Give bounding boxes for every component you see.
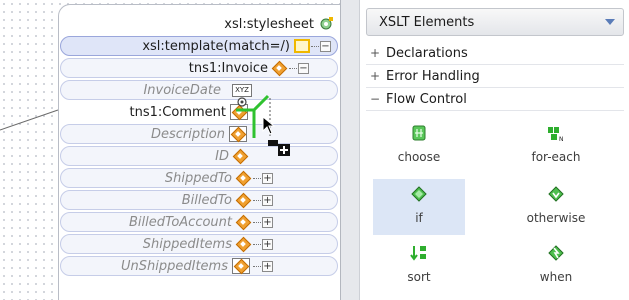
category-label: Declarations (386, 45, 468, 61)
element-box-icon (232, 258, 250, 274)
stylesheet-label: xsl:stylesheet (224, 16, 314, 32)
otherwise-icon (548, 186, 564, 202)
collapse-toggle[interactable]: − (298, 62, 309, 74)
palette-category-select[interactable]: XSLT Elements (366, 8, 624, 36)
tree-row-shippedto[interactable]: ShippedTo + (60, 168, 338, 188)
node-label: ID (215, 148, 229, 164)
tile-label: choose (397, 150, 441, 164)
tile-label: otherwise (526, 211, 586, 225)
palette-item-for-each[interactable]: N for-each (510, 118, 602, 174)
template-node[interactable]: xsl:template(match=/) − (60, 36, 338, 56)
tree-connector (253, 221, 261, 223)
stylesheet-icon (320, 17, 333, 30)
tree-row-invoicedate[interactable]: InvoiceDate (60, 80, 338, 100)
tree-row-shippeditems[interactable]: ShippedItems + (60, 234, 338, 254)
palette-item-sort[interactable]: sort (373, 238, 465, 294)
stylesheet-node[interactable]: xsl:stylesheet (170, 14, 340, 34)
category-error-handling[interactable]: + Error Handling (366, 65, 624, 88)
palette-item-choose[interactable]: choose (373, 118, 465, 174)
choose-icon (412, 125, 426, 141)
expand-toggle[interactable]: + (262, 216, 273, 228)
category-flow-control[interactable]: − Flow Control (366, 88, 624, 111)
template-label: xsl:template(match=/) (142, 38, 290, 54)
tile-label: for-each (531, 150, 581, 164)
tree-row-billedto[interactable]: BilledTo + (60, 190, 338, 210)
node-label: UnShippedItems (121, 258, 228, 274)
category-label: Error Handling (386, 68, 480, 84)
drag-copy-icon (268, 140, 290, 156)
expand-toggle[interactable]: + (262, 194, 273, 206)
collapse-toggle[interactable]: − (320, 40, 331, 52)
invoice-node[interactable]: tns1:Invoice − (60, 58, 338, 78)
tree-row-description[interactable]: Description (60, 124, 338, 144)
palette-item-otherwise[interactable]: otherwise (510, 179, 602, 235)
palette-select-value: XSLT Elements (379, 14, 475, 30)
expand-toggle[interactable]: + (262, 260, 273, 272)
node-label: BilledToAccount (128, 214, 232, 230)
category-label: Flow Control (386, 91, 467, 107)
tree-row-billedtoaccount[interactable]: BilledToAccount + (60, 212, 338, 232)
element-icon (236, 193, 250, 207)
tile-label: when (539, 270, 573, 284)
component-palette: XSLT Elements + Declarations + Error Han… (360, 0, 629, 300)
tree-connector (253, 243, 261, 245)
tree-connector (253, 199, 261, 201)
expand-icon: + (370, 46, 381, 60)
element-icon (272, 61, 286, 75)
node-label: InvoiceDate (143, 82, 221, 98)
palette-item-when[interactable]: when (510, 238, 602, 294)
for-each-icon: N (548, 127, 564, 142)
template-icon (294, 39, 310, 53)
chevron-down-icon (605, 19, 615, 25)
tile-label: sort (407, 270, 431, 284)
expand-icon: + (370, 69, 381, 83)
xslt-map-canvas[interactable]: xsl:stylesheet xsl:template(match=/) − t… (0, 0, 348, 300)
invoice-label: tns1:Invoice (188, 60, 268, 76)
pane-splitter[interactable] (340, 0, 360, 300)
svg-text:N: N (559, 136, 564, 142)
when-icon (548, 245, 564, 261)
element-icon (236, 237, 250, 251)
tree-row-comment[interactable]: tns1:Comment (60, 102, 338, 122)
sort-icon (410, 246, 426, 261)
tree-connector (253, 177, 261, 179)
mouse-pointer-icon (262, 116, 276, 135)
node-label: tns1:Comment (129, 104, 226, 120)
element-icon (236, 215, 250, 229)
tree-row-id[interactable]: ID (60, 146, 338, 166)
palette-item-if[interactable]: if (373, 179, 465, 235)
element-icon (236, 171, 250, 185)
tree-connector (289, 67, 297, 69)
tree-connector (311, 45, 319, 47)
node-label: ShippedTo (164, 170, 232, 186)
category-declarations[interactable]: + Declarations (366, 42, 624, 65)
node-label: Description (150, 126, 225, 142)
element-icon (233, 149, 247, 163)
tree-connector (253, 265, 261, 267)
if-icon (411, 186, 427, 202)
tile-label: if (415, 211, 423, 225)
node-label: ShippedItems (142, 236, 232, 252)
node-label: BilledTo (181, 192, 232, 208)
tree-row-unshippeditems[interactable]: UnShippedItems + (60, 256, 338, 276)
expand-toggle[interactable]: + (262, 172, 273, 184)
collapse-icon: − (370, 92, 381, 106)
expand-toggle[interactable]: + (262, 238, 273, 250)
